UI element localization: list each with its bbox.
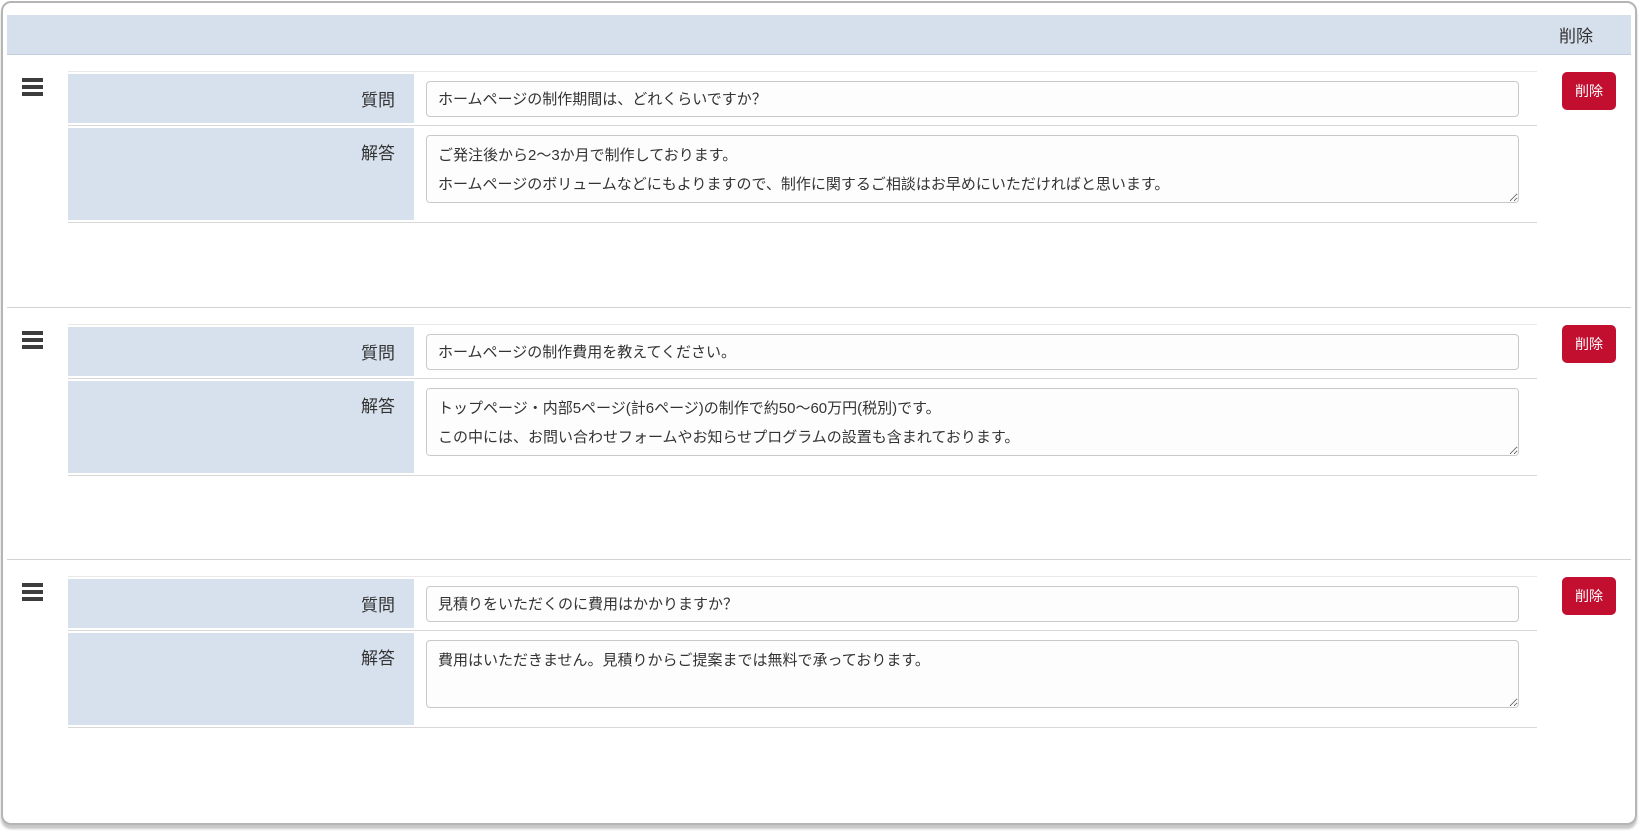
answer-row: 解答 費用はいただきません。見積りからご提案までは無料で承っております。 <box>68 631 1537 728</box>
answer-row: 解答 ご発注後から2〜3か月で制作しております。 ホームページのボリュームなどに… <box>68 126 1537 223</box>
question-label: 質問 <box>68 579 414 628</box>
question-label: 質問 <box>68 74 414 123</box>
question-row: 質問 <box>68 72 1537 126</box>
faq-item: 質問 解答 費用はいただきません。見積りからご提案までは無料で承っております。 … <box>7 559 1631 811</box>
drag-handle-icon[interactable] <box>22 78 43 96</box>
delete-button[interactable]: 削除 <box>1562 72 1616 110</box>
faq-editor-panel: 削除 質問 解答 ご発注後から2〜3か月で制作しております。 ホームページのボリ… <box>1 1 1637 825</box>
answer-textarea[interactable]: 費用はいただきません。見積りからご提案までは無料で承っております。 <box>426 640 1519 708</box>
question-input[interactable] <box>426 585 1519 622</box>
answer-textarea[interactable]: トップページ・内部5ページ(計6ページ)の制作で約50〜60万円(税別)です。 … <box>426 388 1519 456</box>
delete-column-header: 削除 <box>1559 27 1593 46</box>
answer-label: 解答 <box>68 381 414 473</box>
qa-table: 質問 解答 費用はいただきません。見積りからご提案までは無料で承っております。 <box>68 576 1537 728</box>
answer-label: 解答 <box>68 633 414 725</box>
delete-button[interactable]: 削除 <box>1562 325 1616 363</box>
answer-row: 解答 トップページ・内部5ページ(計6ページ)の制作で約50〜60万円(税別)で… <box>68 379 1537 476</box>
question-input[interactable] <box>426 333 1519 370</box>
drag-handle-icon[interactable] <box>22 331 43 349</box>
question-label: 質問 <box>68 327 414 376</box>
faq-item: 質問 解答 ご発注後から2〜3か月で制作しております。 ホームページのボリューム… <box>7 55 1631 307</box>
qa-table: 質問 解答 トップページ・内部5ページ(計6ページ)の制作で約50〜60万円(税… <box>68 324 1537 476</box>
drag-handle-icon[interactable] <box>22 583 43 601</box>
question-input[interactable] <box>426 80 1519 117</box>
answer-textarea[interactable]: ご発注後から2〜3か月で制作しております。 ホームページのボリュームなどにもより… <box>426 135 1519 203</box>
qa-table: 質問 解答 ご発注後から2〜3か月で制作しております。 ホームページのボリューム… <box>68 71 1537 223</box>
question-row: 質問 <box>68 577 1537 631</box>
question-row: 質問 <box>68 325 1537 379</box>
table-header: 削除 <box>7 15 1631 55</box>
faq-item: 質問 解答 トップページ・内部5ページ(計6ページ)の制作で約50〜60万円(税… <box>7 307 1631 559</box>
answer-label: 解答 <box>68 128 414 220</box>
delete-button[interactable]: 削除 <box>1562 577 1616 615</box>
